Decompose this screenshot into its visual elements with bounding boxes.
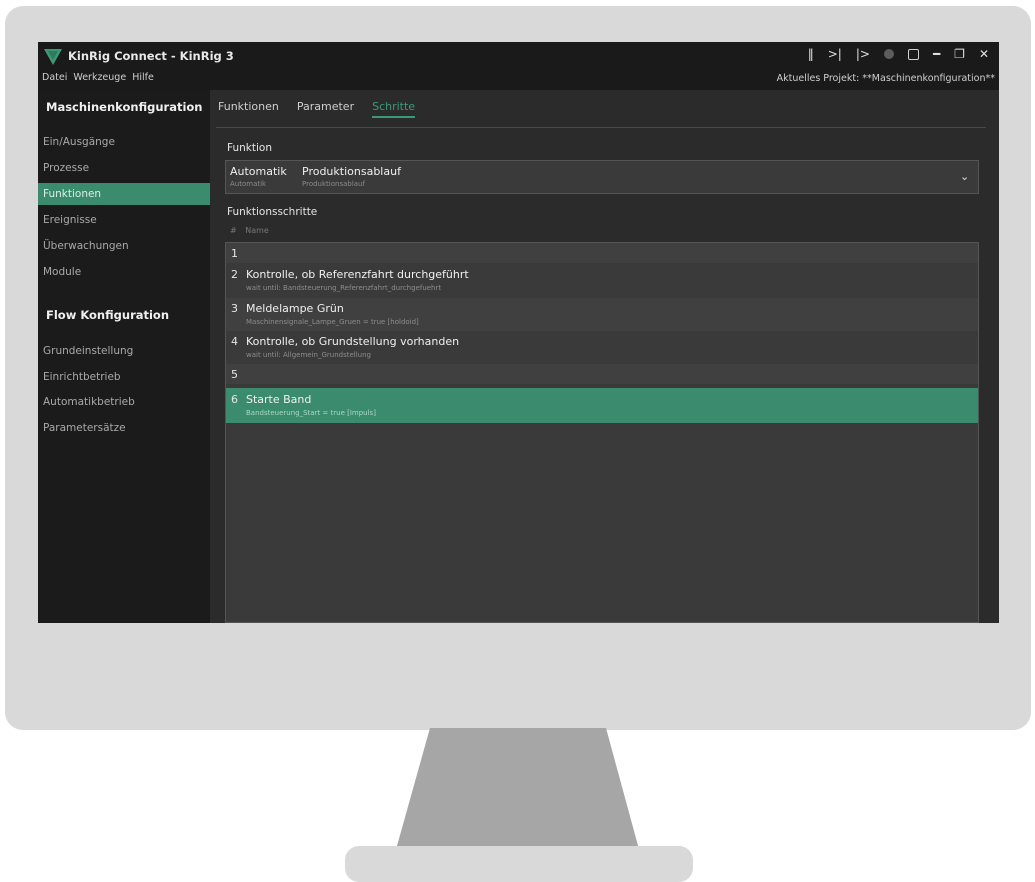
list-item[interactable]: 2 Kontrolle, ob Referenzfahrt durchgefüh…: [226, 263, 978, 298]
sidebar: Maschinenkonfiguration Ein/Ausgänge Proz…: [38, 90, 210, 623]
steps-column-header: # Name: [230, 226, 269, 235]
window-title: KinRig Connect - KinRig 3: [68, 49, 234, 63]
monitor-stand-neck: [395, 728, 640, 853]
sidebar-item-funktionen[interactable]: Funktionen: [38, 183, 210, 205]
step-title: Starte Band: [246, 393, 312, 406]
sidebar-item-ein-ausgaenge[interactable]: Ein/Ausgänge: [38, 131, 210, 153]
current-project-label: Aktuelles Projekt: **Maschinenkonfigurat…: [776, 73, 995, 84]
step-description: Maschinensignale_Lampe_Gruen = true [hol…: [246, 318, 419, 326]
sidebar-item-parametersaetze[interactable]: Parametersätze: [38, 417, 210, 439]
tab-bar: Funktionen Parameter Schritte: [218, 100, 416, 118]
list-item[interactable]: 1: [226, 243, 978, 263]
column-name-header: Name: [245, 226, 269, 235]
sidebar-item-module[interactable]: Module: [38, 261, 210, 283]
minimize-icon[interactable]: ━: [933, 46, 940, 62]
funktion-label: Funktion: [227, 142, 272, 154]
list-item[interactable]: 3 Meldelampe Grün Maschinensignale_Lampe…: [226, 298, 978, 331]
sidebar-item-einrichtbetrieb[interactable]: Einrichtbetrieb: [38, 366, 210, 388]
kinrig-logo-icon: [44, 49, 62, 65]
close-icon[interactable]: ✕: [979, 46, 989, 62]
tab-schritte[interactable]: Schritte: [372, 100, 416, 118]
monitor-stand-base: [345, 846, 693, 882]
sidebar-heading-maschinenkonfiguration: Maschinenkonfiguration: [46, 100, 203, 114]
step-title: Kontrolle, ob Grundstellung vorhanden: [246, 335, 460, 348]
app-window: KinRig Connect - KinRig 3 Datei Werkzeug…: [38, 42, 999, 623]
menu-hilfe[interactable]: Hilfe: [132, 72, 154, 83]
tab-funktionen[interactable]: Funktionen: [218, 100, 279, 118]
funktion-name-value: Produktionsablauf: [302, 165, 401, 178]
step-number: 1: [231, 247, 238, 260]
step-description: wait until: Bandsteuerung_Referenzfahrt_…: [246, 284, 442, 292]
tab-parameter[interactable]: Parameter: [297, 100, 354, 118]
column-number-header: #: [230, 226, 237, 235]
funktion-name-sub: Produktionsablauf: [302, 180, 365, 188]
steps-list: 1 2 Kontrolle, ob Referenzfahrt durchgef…: [225, 242, 979, 623]
step-number: 4: [231, 335, 238, 348]
chevron-down-icon[interactable]: ⌄: [960, 170, 972, 183]
funktionsschritte-label: Funktionsschritte: [227, 206, 318, 218]
step-number: 3: [231, 302, 238, 315]
stop-icon[interactable]: [907, 48, 919, 60]
list-item[interactable]: 6 Starte Band Bandsteuerung_Start = true…: [226, 388, 978, 423]
maximize-icon[interactable]: ❐: [954, 46, 965, 62]
step-number: 5: [231, 368, 238, 381]
sidebar-item-prozesse[interactable]: Prozesse: [38, 157, 210, 179]
title-bar: KinRig Connect - KinRig 3 Datei Werkzeug…: [38, 42, 999, 90]
sidebar-heading-flow-konfiguration: Flow Konfiguration: [46, 308, 170, 322]
step-description: Bandsteuerung_Start = true [Impuls]: [246, 409, 376, 417]
menu-datei[interactable]: Datei: [42, 72, 67, 83]
tab-divider: [216, 127, 986, 128]
play-icon[interactable]: |>: [856, 46, 870, 62]
step-number: 6: [231, 393, 238, 406]
step-forward-icon[interactable]: >|: [828, 46, 842, 62]
pause-icon[interactable]: ‖: [808, 46, 814, 62]
list-item[interactable]: 5: [226, 364, 978, 384]
funktion-main-sub: Automatik: [230, 180, 267, 188]
list-item[interactable]: 4 Kontrolle, ob Grundstellung vorhanden …: [226, 331, 978, 364]
funktion-main-value: Automatik: [230, 165, 287, 178]
sidebar-item-ereignisse[interactable]: Ereignisse: [38, 209, 210, 231]
sidebar-item-grundeinstellung[interactable]: Grundeinstellung: [38, 340, 210, 362]
window-controls: ‖ >| |> ━ ❐ ✕: [808, 46, 989, 62]
menu-werkzeuge[interactable]: Werkzeuge: [73, 72, 126, 83]
sidebar-item-ueberwachungen[interactable]: Überwachungen: [38, 235, 210, 257]
record-icon[interactable]: [883, 49, 894, 59]
step-title: Meldelampe Grün: [246, 302, 344, 315]
step-description: wait until: Allgemein_Grundstellung: [246, 351, 371, 359]
sidebar-item-automatikbetrieb[interactable]: Automatikbetrieb: [38, 391, 210, 413]
funktion-select[interactable]: Automatik Automatik Produktionsablauf Pr…: [225, 160, 979, 194]
step-number: 2: [231, 268, 238, 281]
menu-bar: Datei Werkzeuge Hilfe: [42, 72, 154, 83]
step-title: Kontrolle, ob Referenzfahrt durchgeführt: [246, 268, 469, 281]
